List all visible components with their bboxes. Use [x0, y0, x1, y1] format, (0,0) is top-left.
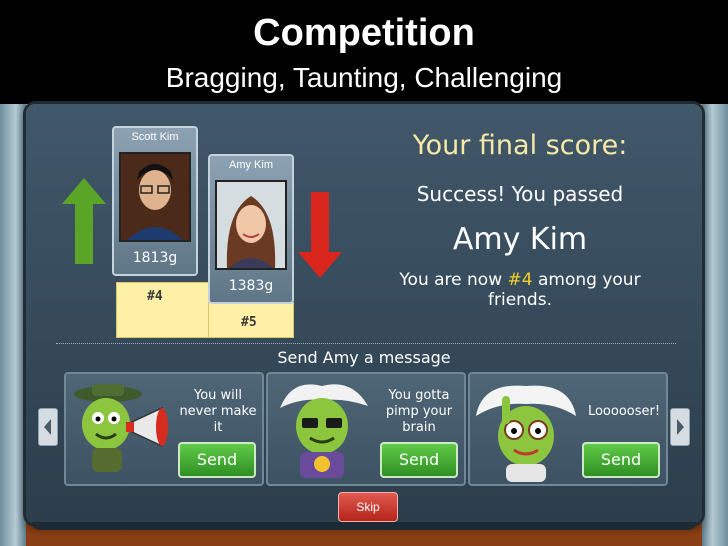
rank-prefix: You are now	[399, 270, 508, 290]
message-card[interactable]: You gotta pimp your brain Send	[266, 372, 466, 486]
send-button[interactable]: Send	[178, 442, 256, 478]
rank-value: #4	[507, 270, 533, 290]
left-chevron-icon	[44, 419, 51, 435]
message-text: Loooooser!	[587, 404, 661, 419]
send-button[interactable]: Send	[582, 442, 660, 478]
megaphone-icon	[126, 406, 168, 448]
slide-title-bar: Competition Bragging, Taunting, Challeng…	[0, 0, 728, 104]
rank-announcement: You are now #4 among your friends.	[360, 270, 680, 310]
up-arrow-icon	[62, 178, 106, 264]
send-button[interactable]: Send	[380, 442, 458, 478]
podium-first: #4	[116, 282, 210, 338]
final-score-heading: Your final score:	[412, 130, 628, 161]
previous-arrow-button[interactable]	[38, 408, 58, 446]
professor-character	[476, 385, 576, 482]
message-card[interactable]: Loooooser! Send	[468, 372, 668, 486]
soldier-character	[74, 384, 168, 472]
send-message-title: Send Amy a message	[277, 348, 451, 367]
player2-name: Amy Kim	[229, 159, 273, 171]
background-pillar-left	[0, 104, 26, 546]
player2-rank: #5	[241, 315, 257, 330]
passed-player-name: Amy Kim	[452, 222, 588, 257]
player1-score: 1813g	[132, 250, 178, 266]
section-divider	[56, 343, 676, 344]
player1-avatar	[119, 152, 191, 242]
skip-button[interactable]: Skip	[338, 492, 398, 522]
player1-name: Scott Kim	[131, 131, 179, 143]
player2-avatar	[215, 180, 287, 270]
slide-subtitle: Bragging, Taunting, Challenging	[165, 62, 563, 93]
player1-rank: #4	[147, 289, 163, 304]
player2-score: 1383g	[228, 278, 274, 294]
message-text: You gotta pimp your brain	[385, 388, 453, 435]
right-chevron-icon	[677, 419, 684, 435]
panel-base	[32, 522, 696, 530]
message-card[interactable]: You will never make it Send	[64, 372, 264, 486]
rank-line2: friends.	[488, 290, 552, 310]
message-text: You will never make it	[179, 388, 257, 435]
background-pillar-right	[702, 104, 728, 546]
scientist-character	[280, 384, 368, 478]
player2-card[interactable]: Amy Kim 1383g	[208, 154, 294, 304]
down-arrow-icon	[298, 192, 342, 278]
slide-title: Competition	[253, 12, 475, 54]
rank-suffix: among your	[532, 270, 641, 290]
passed-status: Success! You passed	[416, 182, 624, 206]
player1-card[interactable]: Scott Kim 1813g	[112, 126, 198, 276]
podium-second: #5	[208, 302, 294, 338]
next-arrow-button[interactable]	[670, 408, 690, 446]
